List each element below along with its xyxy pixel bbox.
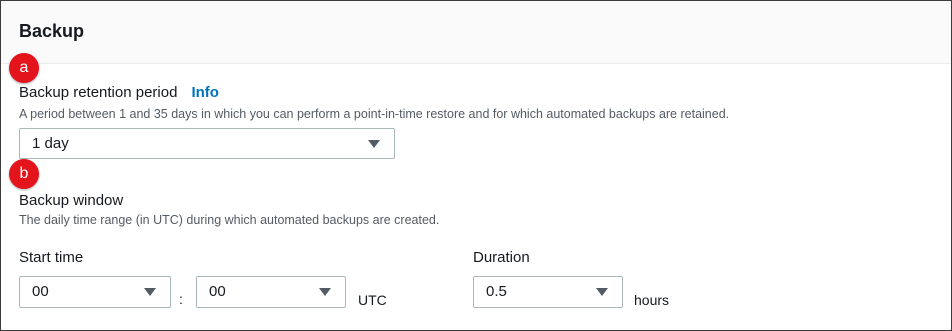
duration-value: 0.5	[486, 283, 507, 300]
start-hour-value: 00	[32, 283, 49, 300]
caret-down-icon	[144, 288, 156, 296]
retention-label-row: Backup retention period Info	[19, 84, 219, 101]
time-separator: :	[179, 291, 183, 307]
backup-window-description: The daily time range (in UTC) during whi…	[19, 213, 440, 227]
utc-suffix: UTC	[358, 292, 387, 308]
start-minute-value: 00	[209, 283, 226, 300]
panel-header: Backup	[1, 1, 951, 64]
duration-select[interactable]: 0.5	[473, 276, 623, 308]
section-title: Backup	[19, 21, 85, 41]
annotation-badge-b: b	[9, 159, 39, 189]
retention-period-select[interactable]: 1 day	[19, 128, 395, 159]
caret-down-icon	[368, 140, 380, 148]
hours-suffix: hours	[634, 292, 670, 308]
caret-down-icon	[596, 288, 608, 296]
duration-label: Duration	[473, 249, 530, 266]
retention-selected-value: 1 day	[32, 135, 69, 152]
info-link[interactable]: Info	[191, 84, 219, 101]
start-time-label: Start time	[19, 249, 84, 266]
start-minute-select[interactable]: 00	[196, 276, 346, 308]
start-hour-select[interactable]: 00	[19, 276, 171, 308]
retention-label: Backup retention period	[19, 84, 178, 101]
backup-panel: Backup a Backup retention period Info A p…	[0, 0, 952, 331]
annotation-badge-a: a	[9, 53, 39, 83]
retention-description: A period between 1 and 35 days in which …	[19, 107, 730, 121]
backup-window-label: Backup window	[19, 192, 124, 209]
caret-down-icon	[319, 288, 331, 296]
